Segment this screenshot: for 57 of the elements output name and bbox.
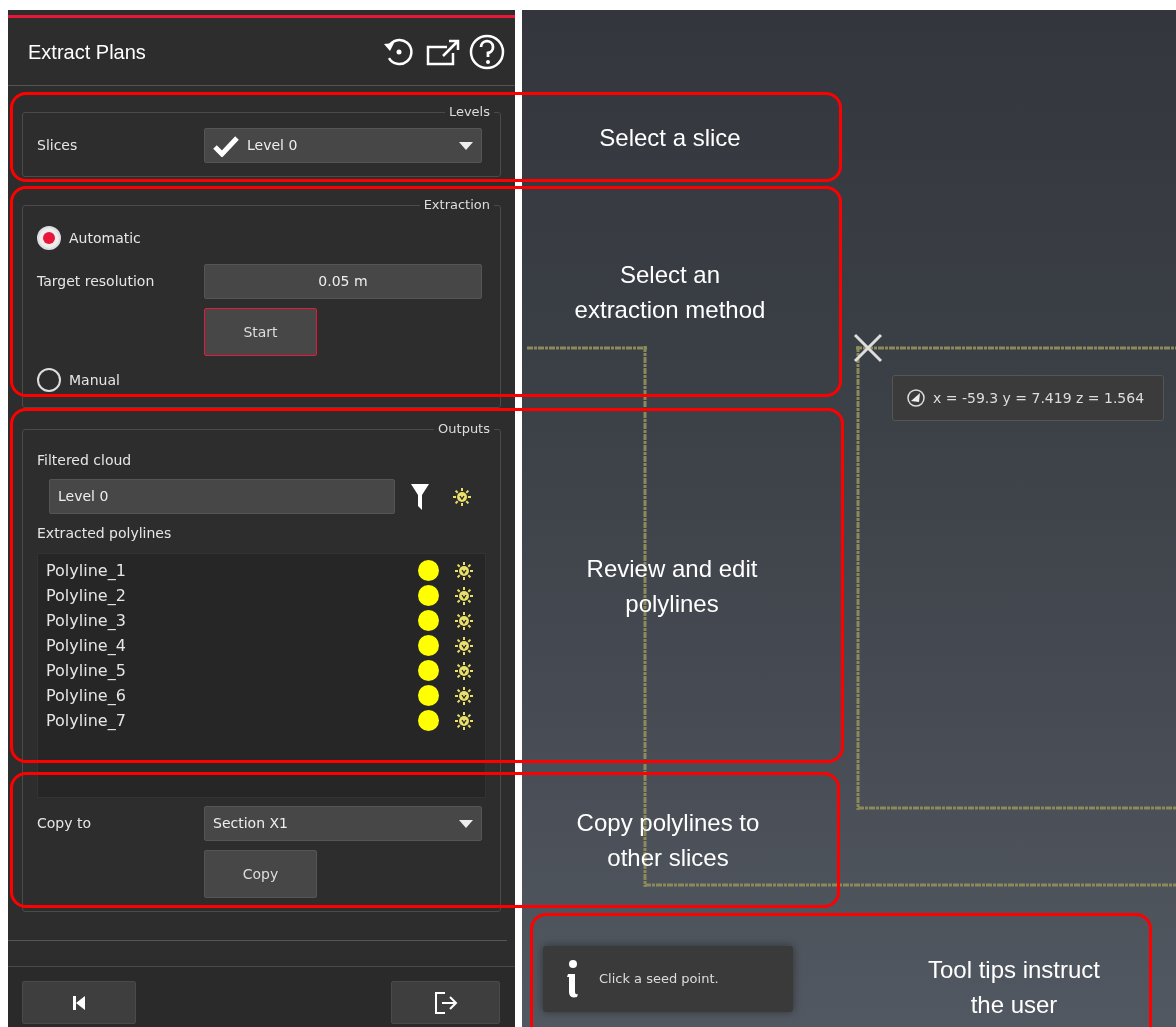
radio-button[interactable] xyxy=(37,368,61,392)
bulb-icon[interactable] xyxy=(455,661,473,680)
compass-icon xyxy=(907,389,925,407)
bulb-icon[interactable] xyxy=(455,711,473,730)
tooltip: Click a seed point. xyxy=(543,946,793,1012)
dropdown-caret-icon xyxy=(459,141,473,150)
dropdown-caret-icon xyxy=(459,819,473,828)
bulb-icon[interactable] xyxy=(455,561,473,580)
info-icon xyxy=(565,960,579,998)
exit-icon xyxy=(432,989,459,1016)
polyline-name[interactable]: Polyline_2 xyxy=(46,583,126,608)
filtered-cloud-field[interactable]: Level 0 xyxy=(49,479,395,514)
color-dot[interactable] xyxy=(418,685,439,706)
polyline-name[interactable]: Polyline_1 xyxy=(46,558,126,583)
polyline-name[interactable]: Polyline_3 xyxy=(46,608,126,633)
polyline-name[interactable]: Polyline_6 xyxy=(46,683,126,708)
help-icon[interactable] xyxy=(469,33,505,70)
color-dot[interactable] xyxy=(418,560,439,581)
copy-target-dropdown[interactable]: Section X1 xyxy=(204,806,482,841)
callout-text: Select a slice xyxy=(599,122,741,153)
resolution-field[interactable]: 0.05 m xyxy=(204,264,482,299)
polyline-name[interactable]: Polyline_7 xyxy=(46,708,126,733)
panel-title: Extract Plans xyxy=(28,39,146,65)
polyline-name[interactable]: Polyline_4 xyxy=(46,633,126,658)
copy-button[interactable]: Copy xyxy=(204,850,317,898)
color-dot[interactable] xyxy=(418,710,439,731)
group-legend: Outputs xyxy=(434,421,494,437)
bulb-icon[interactable] xyxy=(455,686,473,705)
bulb-icon[interactable] xyxy=(455,586,473,605)
field-label: Slices xyxy=(37,136,79,155)
start-button[interactable]: Start xyxy=(204,308,317,356)
radio-label[interactable]: Manual xyxy=(69,369,120,391)
field-label: Target resolution xyxy=(37,272,156,291)
color-dot[interactable] xyxy=(418,610,439,631)
field-label: Extracted polylines xyxy=(37,524,173,543)
bulb-icon[interactable] xyxy=(455,611,473,630)
callout-text: Copy polylines to other slices xyxy=(576,808,760,873)
color-dot[interactable] xyxy=(418,585,439,606)
bulb-icon[interactable] xyxy=(455,636,473,655)
color-dot[interactable] xyxy=(418,660,439,681)
exit-button[interactable] xyxy=(391,981,500,1024)
color-dot[interactable] xyxy=(418,635,439,656)
radio-button[interactable] xyxy=(37,226,61,250)
slice-dropdown[interactable]: Level 0 xyxy=(204,128,482,163)
callout-text: Tool tips instruct the user xyxy=(927,955,1101,1020)
polyline-name[interactable]: Polyline_5 xyxy=(46,658,126,683)
callout-text: Review and edit polylines xyxy=(586,553,758,619)
field-label: Copy to xyxy=(37,814,93,833)
skip-back-icon xyxy=(73,995,85,1010)
callout-text: Select an extraction method xyxy=(574,259,766,325)
filter-icon[interactable] xyxy=(411,483,429,510)
radio-label[interactable]: Automatic xyxy=(69,227,141,249)
coordinate-readout: x = -59.3 y = 7.419 z = 1.564 xyxy=(892,375,1164,421)
first-step-button[interactable] xyxy=(22,981,136,1024)
field-label: Filtered cloud xyxy=(37,451,133,470)
crosshair-icon xyxy=(853,333,883,363)
bulb-icon[interactable] xyxy=(453,487,471,506)
